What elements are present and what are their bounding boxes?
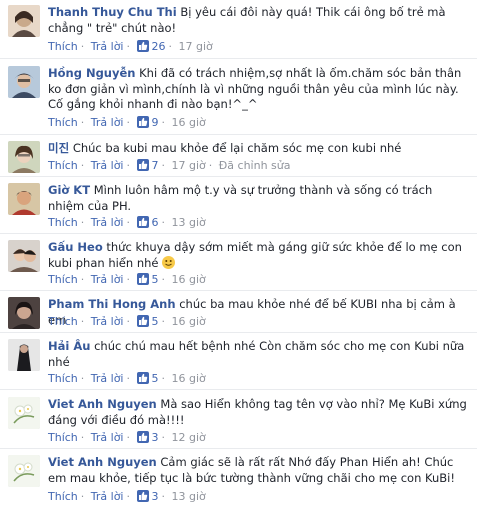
commenter-name[interactable]: Viet Anh Nguyen bbox=[48, 455, 157, 469]
like-link[interactable]: Thích bbox=[48, 431, 78, 444]
commenter-name[interactable]: 미진 bbox=[48, 141, 69, 155]
divider bbox=[0, 134, 477, 135]
edited-label[interactable]: Đã chỉnh sửa bbox=[219, 159, 291, 172]
avatar[interactable] bbox=[8, 297, 40, 329]
smiley-icon bbox=[162, 255, 176, 269]
commenter-name[interactable]: Pham Thi Hong Anh bbox=[48, 297, 176, 311]
avatar[interactable] bbox=[8, 183, 40, 215]
comment-actions: Thích · Trả lời · 7 · 17 giờ · Đã chỉnh sửa bbox=[48, 159, 291, 172]
like-link[interactable]: Thích bbox=[48, 159, 78, 172]
comment-text: chúc chú mau hết bệnh nhé Còn chăm sóc c… bbox=[48, 339, 465, 369]
timestamp[interactable]: 16 giờ bbox=[172, 273, 206, 286]
reply-link[interactable]: Trả lời bbox=[91, 116, 124, 129]
thumbs-up-icon bbox=[136, 431, 149, 443]
reply-link[interactable]: Trả lời bbox=[91, 40, 124, 53]
reply-link[interactable]: Trả lời bbox=[91, 159, 124, 172]
avatar[interactable] bbox=[8, 141, 40, 173]
comment-actions: Thích · Trả lời · 26 · 17 giờ bbox=[48, 40, 213, 53]
comment-actions: Thích · Trả lời · 9 · 16 giờ bbox=[48, 116, 206, 129]
divider bbox=[0, 389, 477, 390]
like-count[interactable]: 7 bbox=[152, 159, 159, 172]
timestamp[interactable]: 17 giờ bbox=[172, 159, 206, 172]
commenter-name[interactable]: Hồng Nguyễn bbox=[48, 66, 135, 80]
thumbs-up-icon bbox=[136, 159, 149, 171]
reply-link[interactable]: Trả lời bbox=[91, 315, 124, 328]
like-link[interactable]: Thích bbox=[48, 315, 78, 328]
timestamp[interactable]: 12 giờ bbox=[172, 431, 206, 444]
comment-text: Chúc ba kubi mau khỏe để lại chăm sóc mẹ… bbox=[72, 141, 402, 155]
avatar[interactable] bbox=[8, 240, 40, 272]
timestamp[interactable]: 17 giờ bbox=[179, 40, 213, 53]
like-count[interactable]: 9 bbox=[152, 116, 159, 129]
divider bbox=[0, 290, 477, 291]
timestamp[interactable]: 13 giờ bbox=[172, 490, 206, 503]
reply-link[interactable]: Trả lời bbox=[91, 372, 124, 385]
like-count[interactable]: 3 bbox=[152, 431, 159, 444]
comment-actions: Thích · Trả lời · 6 · 13 giờ bbox=[48, 216, 206, 229]
comment-actions: Thích · Trả lời · 3 · 12 giờ bbox=[48, 431, 206, 444]
like-count[interactable]: 5 bbox=[152, 273, 159, 286]
divider bbox=[0, 332, 477, 333]
avatar[interactable] bbox=[8, 5, 40, 37]
like-count[interactable]: 3 bbox=[152, 490, 159, 503]
comment-actions: Thích · Trả lời · 5 · 16 giờ bbox=[48, 372, 206, 385]
like-link[interactable]: Thích bbox=[48, 490, 78, 503]
reply-link[interactable]: Trả lời bbox=[91, 216, 124, 229]
like-link[interactable]: Thích bbox=[48, 116, 78, 129]
avatar[interactable] bbox=[8, 455, 40, 487]
comment-actions: Thích · Trả lời · 5 · 16 giờ bbox=[48, 315, 206, 328]
thumbs-up-icon bbox=[136, 490, 149, 502]
thumbs-up-icon bbox=[136, 315, 149, 327]
reply-link[interactable]: Trả lời bbox=[91, 273, 124, 286]
comment-text: Mình luôn hâm mộ t.y và sự trưởng thành … bbox=[48, 183, 433, 213]
thumbs-up-icon bbox=[136, 216, 149, 228]
like-link[interactable]: Thích bbox=[48, 40, 78, 53]
avatar[interactable] bbox=[8, 397, 40, 429]
thumbs-up-icon bbox=[136, 116, 149, 128]
commenter-name[interactable]: Viet Anh Nguyen bbox=[48, 397, 157, 411]
comment-actions: Thích · Trả lời · 5 · 16 giờ bbox=[48, 273, 206, 286]
reply-link[interactable]: Trả lời bbox=[91, 490, 124, 503]
like-link[interactable]: Thích bbox=[48, 273, 78, 286]
like-count[interactable]: 5 bbox=[152, 372, 159, 385]
like-link[interactable]: Thích bbox=[48, 372, 78, 385]
reply-link[interactable]: Trả lời bbox=[91, 431, 124, 444]
commenter-name[interactable]: Thanh Thuy Chu Thi bbox=[48, 5, 177, 19]
divider bbox=[0, 448, 477, 449]
like-count[interactable]: 6 bbox=[152, 216, 159, 229]
like-link[interactable]: Thích bbox=[48, 216, 78, 229]
divider bbox=[0, 233, 477, 234]
thumbs-up-icon bbox=[136, 372, 149, 384]
like-count[interactable]: 5 bbox=[152, 315, 159, 328]
like-count[interactable]: 26 bbox=[152, 40, 166, 53]
commenter-name[interactable]: Giờ KT bbox=[48, 183, 90, 197]
thumbs-up-icon bbox=[136, 40, 149, 52]
timestamp[interactable]: 16 giờ bbox=[172, 372, 206, 385]
commenter-name[interactable]: Gấu Heo bbox=[48, 240, 103, 254]
avatar[interactable] bbox=[8, 66, 40, 98]
avatar[interactable] bbox=[8, 339, 40, 371]
divider bbox=[0, 58, 477, 59]
timestamp[interactable]: 16 giờ bbox=[172, 116, 206, 129]
comment-actions: Thích · Trả lời · 3 · 13 giờ bbox=[48, 490, 206, 503]
comment-text: thức khuya dậy sớm miết mà gáng giữ sức … bbox=[48, 240, 462, 270]
commenter-name[interactable]: Hải Âu bbox=[48, 339, 90, 353]
thumbs-up-icon bbox=[136, 273, 149, 285]
timestamp[interactable]: 16 giờ bbox=[172, 315, 206, 328]
divider bbox=[0, 176, 477, 177]
timestamp[interactable]: 13 giờ bbox=[172, 216, 206, 229]
